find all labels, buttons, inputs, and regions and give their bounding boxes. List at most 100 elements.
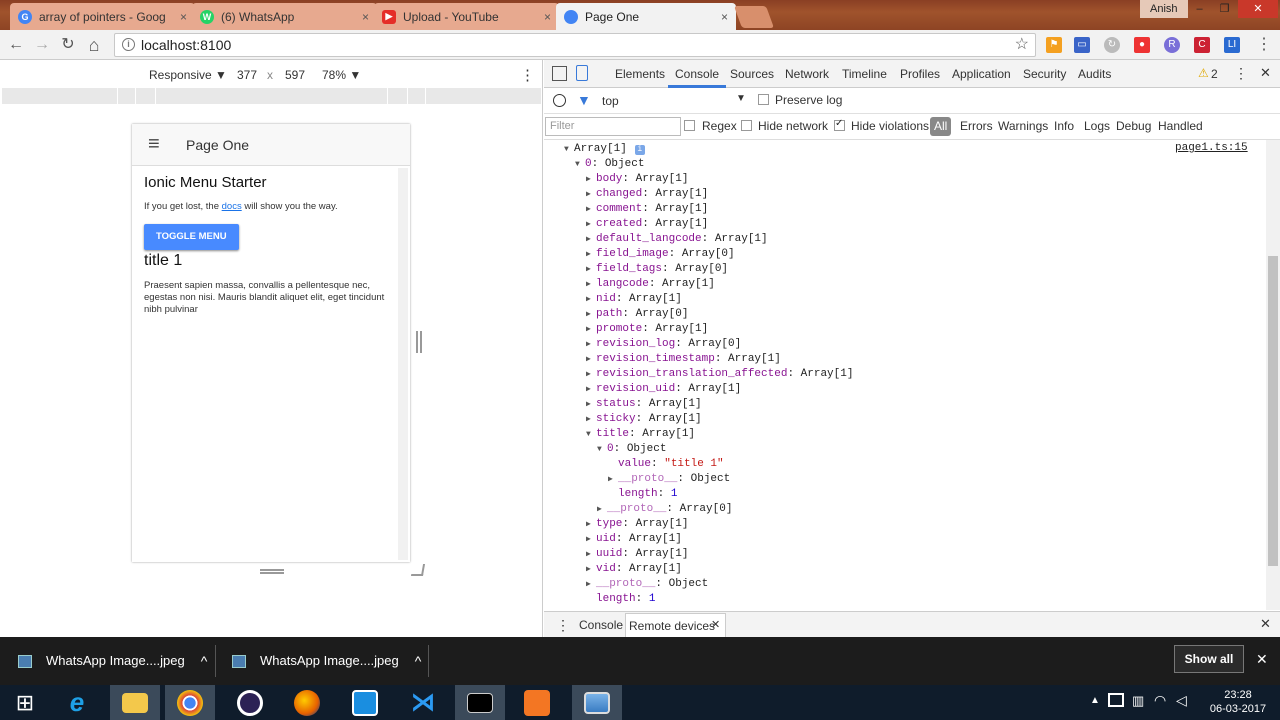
expand-right-icon[interactable]: ▶ (586, 172, 596, 187)
tab-whatsapp[interactable]: W (6) WhatsApp × (192, 3, 377, 30)
device-mode-select[interactable]: Responsive ▼ (149, 68, 227, 82)
warning-icon[interactable]: ⚠ (1198, 66, 1209, 80)
source-link[interactable]: page1.ts:15 (1175, 142, 1248, 154)
console-log-line[interactable]: ▶ created: Array[1] (586, 217, 708, 232)
address-bar[interactable]: i localhost:8100 ☆ (114, 33, 1036, 57)
context-dropdown-icon[interactable]: ▼ (736, 93, 746, 104)
battery-icon[interactable] (1108, 693, 1124, 707)
volume-icon[interactable]: ◁ (1176, 692, 1187, 709)
extension-r-icon[interactable]: R (1164, 37, 1180, 53)
start-icon[interactable]: ⊞ (0, 685, 50, 720)
tab-network[interactable]: Network (785, 67, 829, 81)
extension-li-icon[interactable]: LI (1224, 37, 1240, 53)
level-all-button[interactable]: All (930, 117, 952, 136)
expand-right-icon[interactable]: ▶ (586, 382, 596, 397)
extension-dots-icon[interactable]: ● (1134, 37, 1150, 53)
console-log-line[interactable]: ▶ revision_timestamp: Array[1] (586, 352, 781, 367)
devtools-menu-icon[interactable]: ⋮ (1234, 65, 1248, 82)
level-warnings[interactable]: Warnings (998, 119, 1048, 133)
vscode-icon[interactable]: ⋊ (398, 685, 448, 720)
extension-flag-icon[interactable]: ⚑ (1046, 37, 1062, 53)
eclipse-icon[interactable] (225, 685, 275, 720)
level-info[interactable]: Info (1054, 119, 1074, 133)
expand-right-icon[interactable]: ▶ (586, 292, 596, 307)
hamburger-menu-icon[interactable]: ≡ (148, 133, 160, 156)
console-log-line[interactable]: ▶ field_tags: Array[0] (586, 262, 728, 277)
file-explorer-icon[interactable] (110, 685, 160, 720)
corner-resize-handle[interactable] (410, 564, 426, 576)
console-log-line[interactable]: ▶ uuid: Array[1] (586, 547, 688, 562)
expand-right-icon[interactable]: ▶ (586, 412, 596, 427)
console-log-line[interactable]: ▶ nid: Array[1] (586, 292, 682, 307)
xampp-icon[interactable] (512, 685, 562, 720)
tab-application[interactable]: Application (952, 67, 1011, 81)
hide-network-checkbox[interactable] (741, 120, 752, 131)
console-scroll-thumb[interactable] (1268, 256, 1278, 566)
console-log-line[interactable]: ▶ comment: Array[1] (586, 202, 708, 217)
expand-right-icon[interactable]: ▶ (586, 517, 596, 532)
width-resize-handle[interactable] (416, 331, 422, 353)
minimize-button[interactable]: – (1187, 0, 1212, 18)
regex-checkbox[interactable] (684, 120, 695, 131)
maximize-button[interactable]: ❐ (1212, 0, 1237, 18)
chevron-up-icon[interactable]: ^ (201, 647, 208, 675)
console-log-line[interactable]: ▼ title: Array[1] (586, 427, 695, 442)
expand-down-icon[interactable]: ▼ (575, 157, 585, 172)
media-query-bar[interactable] (2, 88, 541, 104)
download-item[interactable]: WhatsApp Image....jpeg ^ (232, 647, 421, 675)
level-handled[interactable]: Handled (1158, 119, 1203, 133)
home-icon[interactable]: ⌂ (84, 35, 104, 55)
photos-icon[interactable] (572, 685, 622, 720)
network-icon[interactable]: ▥ (1132, 693, 1144, 709)
expand-right-icon[interactable]: ▶ (586, 217, 596, 232)
close-icon[interactable]: ✕ (711, 618, 720, 631)
back-icon[interactable]: ← (6, 35, 26, 55)
extension-sync-icon[interactable]: ↻ (1104, 37, 1120, 53)
tab-console[interactable]: Console (675, 67, 719, 81)
tab-timeline[interactable]: Timeline (842, 67, 887, 81)
devtools-close-icon[interactable]: ✕ (1260, 65, 1271, 81)
console-log-line[interactable]: ▶ path: Array[0] (586, 307, 688, 322)
expand-right-icon[interactable]: ▶ (586, 352, 596, 367)
drawer-menu-icon[interactable]: ⋮ (556, 617, 570, 634)
console-log-line[interactable]: ▶ revision_uid: Array[1] (586, 382, 741, 397)
inspect-element-icon[interactable] (552, 66, 567, 81)
profile-button[interactable]: Anish (1140, 0, 1188, 18)
console-log-line[interactable]: ▶ vid: Array[1] (586, 562, 682, 577)
console-filter-input[interactable]: Filter (545, 117, 681, 136)
console-log-line[interactable]: ▶ revision_translation_affected: Array[1] (586, 367, 853, 382)
tab-elements[interactable]: Elements (615, 67, 665, 81)
warning-count[interactable]: 2 (1211, 67, 1218, 81)
expand-down-icon[interactable]: ▼ (564, 142, 574, 157)
chrome-icon[interactable] (165, 685, 215, 720)
console-log-line[interactable]: ▶ default_langcode: Array[1] (586, 232, 768, 247)
expand-right-icon[interactable]: ▶ (586, 277, 596, 292)
close-icon[interactable]: × (362, 10, 369, 24)
reload-icon[interactable]: ↻ (58, 35, 78, 55)
expand-right-icon[interactable]: ▶ (586, 397, 596, 412)
console-log-line[interactable]: ▶ revision_log: Array[0] (586, 337, 741, 352)
cmd-icon[interactable] (455, 685, 505, 720)
device-width-input[interactable]: 377 (237, 68, 257, 82)
close-icon[interactable]: × (180, 10, 187, 24)
context-select[interactable]: top (602, 94, 619, 108)
extension-window-icon[interactable]: ▭ (1074, 37, 1090, 53)
hide-violations-checkbox[interactable] (834, 118, 845, 131)
close-shelf-icon[interactable]: ✕ (1256, 651, 1268, 668)
bookmark-star-icon[interactable]: ☆ (1015, 34, 1029, 56)
new-tab-button[interactable] (733, 6, 775, 28)
expand-right-icon[interactable]: ▶ (586, 577, 596, 592)
expand-right-icon[interactable]: ▶ (586, 187, 596, 202)
device-height-input[interactable]: 597 (285, 68, 305, 82)
preserve-log-checkbox[interactable] (758, 94, 769, 105)
expand-right-icon[interactable]: ▶ (586, 322, 596, 337)
expand-right-icon[interactable]: ▶ (586, 247, 596, 262)
toggle-menu-button[interactable]: TOGGLE MENU (144, 224, 239, 250)
tab-security[interactable]: Security (1023, 67, 1066, 81)
expand-right-icon[interactable]: ▶ (586, 307, 596, 322)
window-close-button[interactable]: ✕ (1238, 0, 1278, 18)
expand-right-icon[interactable]: ▶ (586, 367, 596, 382)
expand-down-icon[interactable]: ▼ (597, 442, 607, 457)
tab-page-one[interactable]: Page One × (556, 3, 736, 30)
console-log-line[interactable]: ▶ __proto__: Object (608, 472, 730, 487)
